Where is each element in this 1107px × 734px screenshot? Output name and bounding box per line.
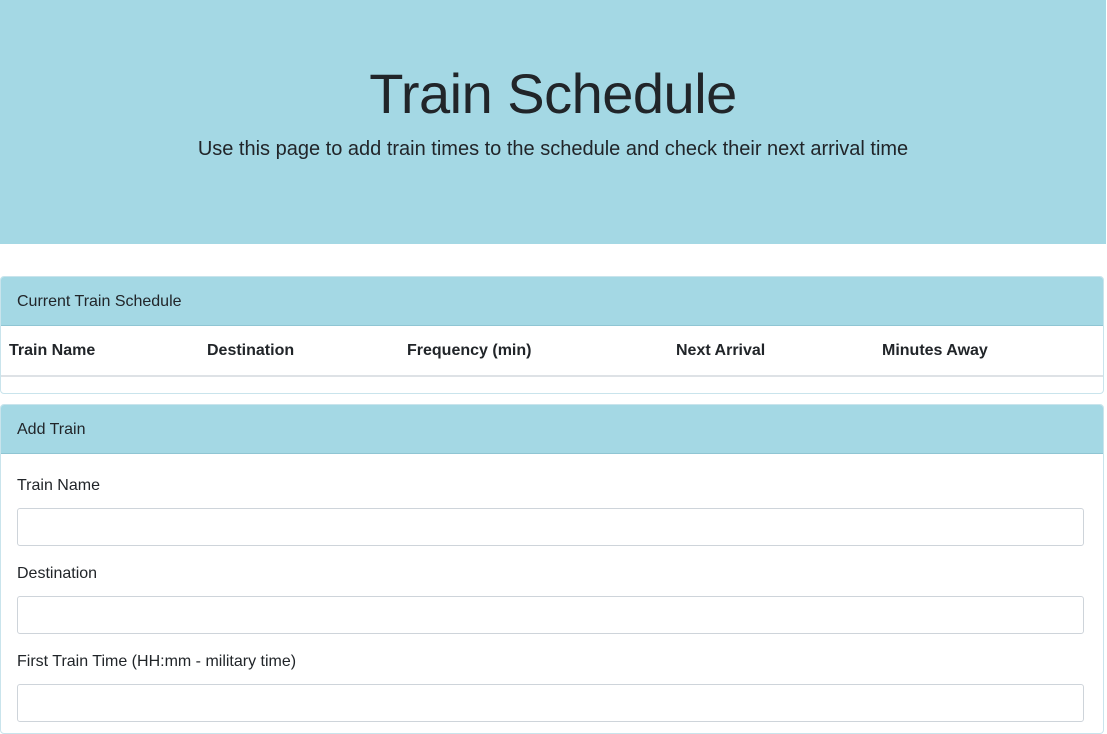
current-schedule-header: Current Train Schedule [1,277,1103,326]
destination-input[interactable] [17,596,1084,634]
add-train-card: Add Train Train Name Destination First T… [0,404,1104,734]
page-title: Train Schedule [369,62,737,125]
column-header-train-name: Train Name [1,326,199,377]
column-header-next-arrival: Next Arrival [668,326,874,377]
add-train-form: Train Name Destination First Train Time … [1,476,1103,722]
destination-label: Destination [17,565,98,582]
schedule-table: Train Name Destination Frequency (min) N… [1,326,1103,377]
page-subtitle: Use this page to add train times to the … [197,138,909,160]
schedule-table-header-row: Train Name Destination Frequency (min) N… [1,326,1103,377]
first-train-time-label: First Train Time (HH:mm - military time) [17,653,297,670]
column-header-minutes-away: Minutes Away [874,326,1103,377]
jumbotron: Train Schedule Use this page to add trai… [0,0,1106,244]
train-name-input[interactable] [17,508,1084,546]
train-name-label: Train Name [17,477,100,494]
column-header-frequency: Frequency (min) [399,326,668,377]
add-train-header: Add Train [1,405,1103,454]
column-header-destination: Destination [199,326,399,377]
first-train-time-input[interactable] [17,684,1084,722]
current-schedule-card: Current Train Schedule Train Name Destin… [0,276,1104,394]
